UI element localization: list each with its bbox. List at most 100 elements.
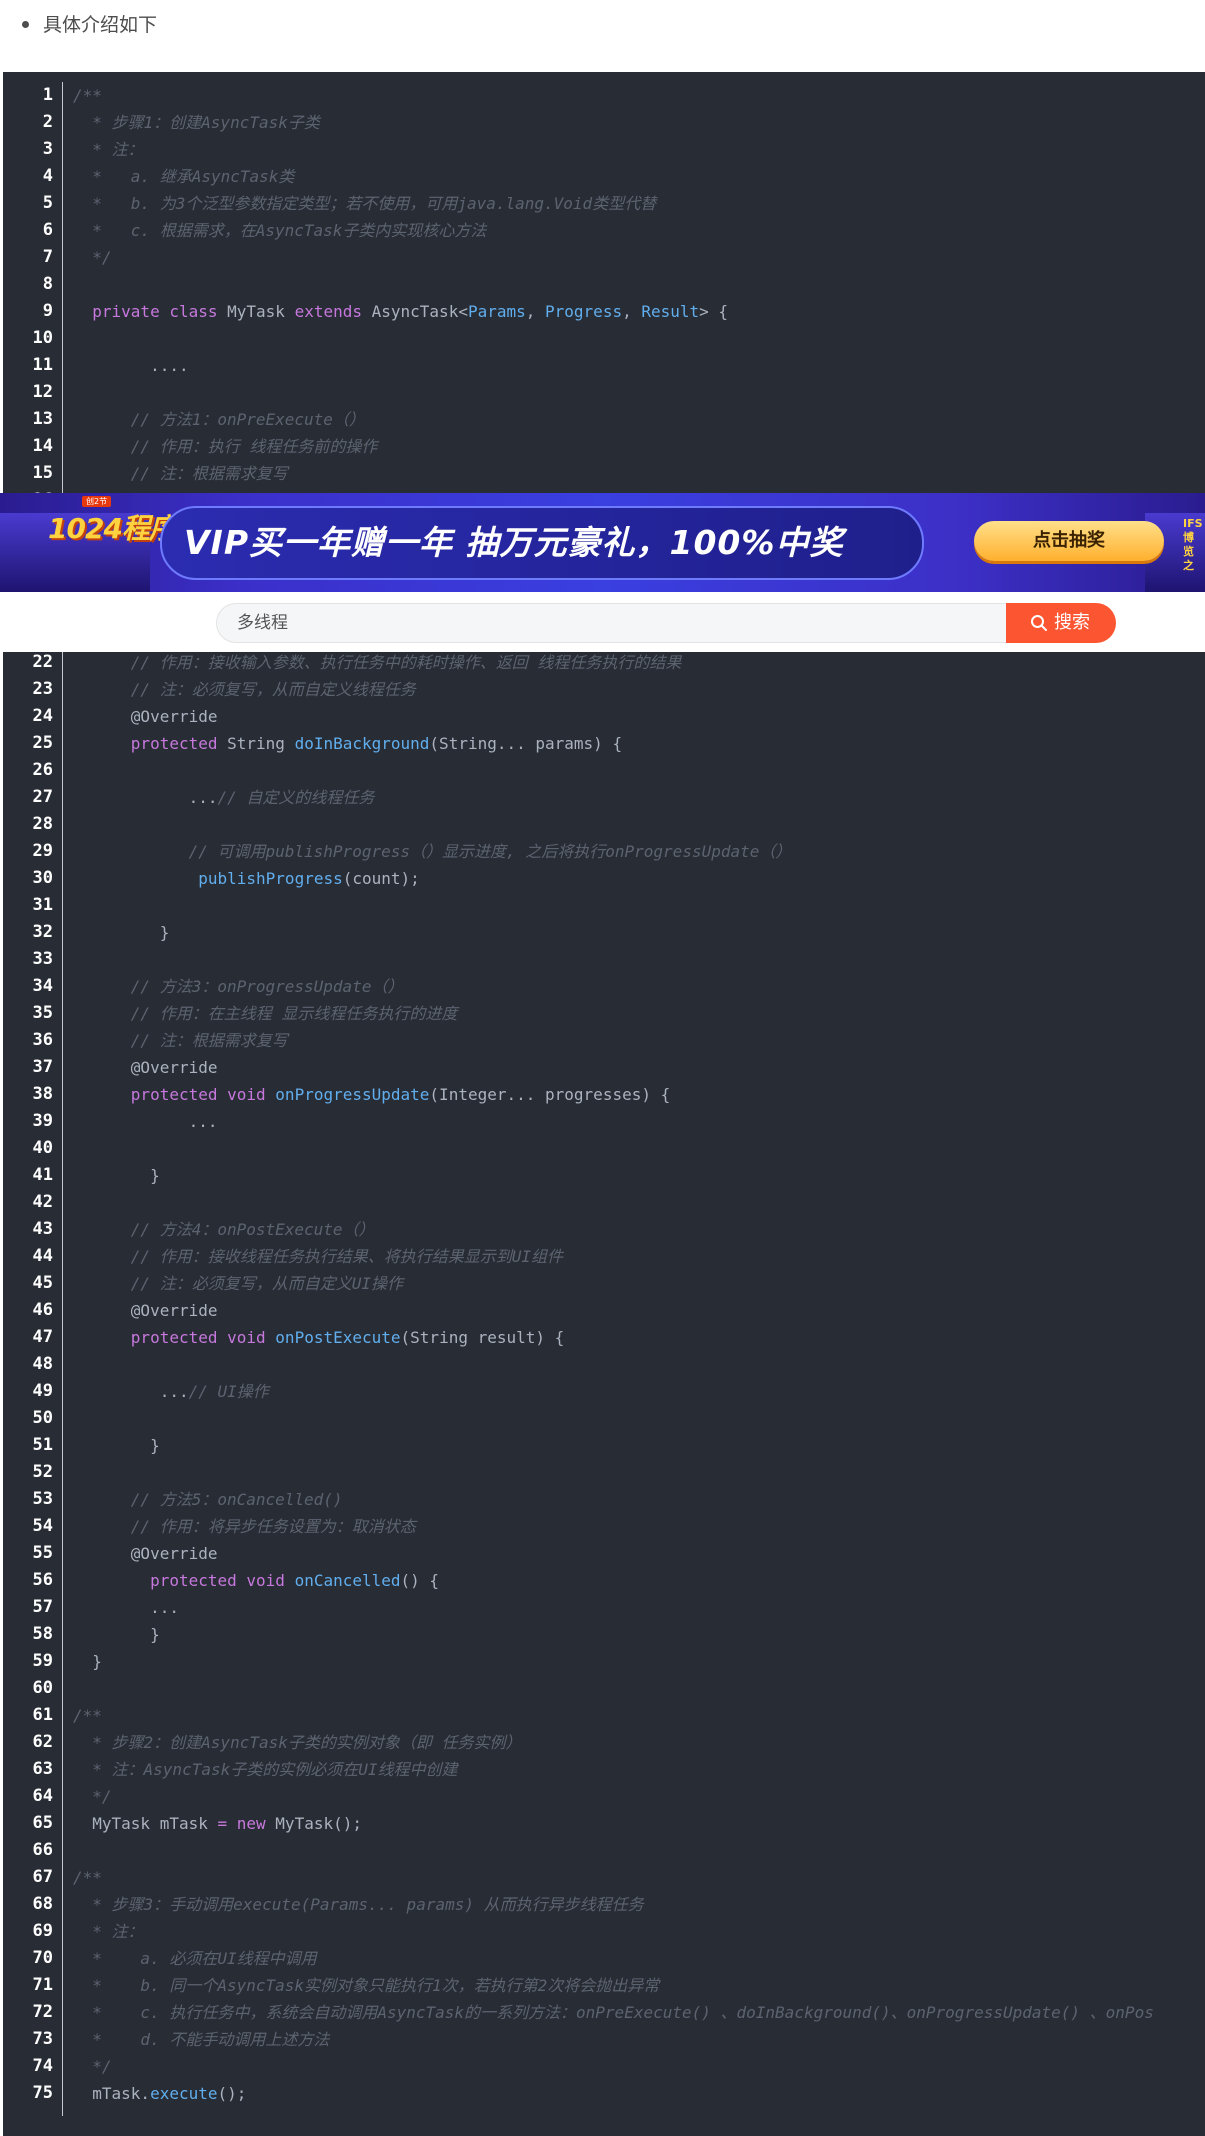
code-token: // 方法4：onPostExecute（）: [73, 1220, 375, 1239]
code-token: protected void: [73, 1085, 276, 1104]
code-line: 71 * b. 同一个AsyncTask实例对象只能执行1次，若执行第2次将会抛…: [3, 1972, 1205, 1999]
code-text: protected void onCancelled() {: [73, 1567, 439, 1594]
line-number: 62: [32, 1732, 53, 1752]
code-token: ...: [73, 1112, 218, 1131]
code-line: 57 ...: [3, 1594, 1205, 1621]
line-number: 50: [32, 1408, 53, 1428]
code-line: 34 // 方法3：onProgressUpdate（）: [3, 973, 1205, 1000]
code-line: 59 }: [3, 1648, 1205, 1675]
line-number: 61: [32, 1705, 53, 1725]
code-line: 66: [3, 1837, 1205, 1864]
code-text: // 方法3：onProgressUpdate（）: [73, 973, 404, 1000]
code-line: 73 * d. 不能手动调用上述方法: [3, 2026, 1205, 2053]
code-text: // 作用：接收线程任务执行结果、将执行结果显示到UI组件: [73, 1243, 563, 1270]
code-token: () {: [400, 1571, 440, 1590]
code-token: * 注：AsyncTask子类的实例必须在UI线程中创建: [73, 1760, 458, 1779]
code-token: * 注：: [73, 140, 154, 159]
line-number: 53: [32, 1489, 53, 1509]
line-number: 3: [42, 139, 53, 159]
line-number: 1: [42, 85, 53, 105]
code-line: 13 // 方法1：onPreExecute（）: [3, 406, 1205, 433]
search-button[interactable]: 搜索: [1006, 603, 1116, 643]
code-text: // 方法1：onPreExecute（）: [73, 406, 365, 433]
code-token: ....: [73, 356, 189, 375]
code-text: */: [73, 1783, 111, 1810]
code-token: MyTask();: [275, 1814, 362, 1833]
code-text: publishProgress(count);: [73, 865, 429, 892]
code-line: 58 }: [3, 1621, 1205, 1648]
code-text: * 步骤2：创建AsyncTask子类的实例对象（即 任务实例）: [73, 1729, 521, 1756]
line-number: 69: [32, 1921, 53, 1941]
code-text: }: [73, 1162, 160, 1189]
code-token: ...: [73, 1382, 189, 1401]
line-number: 27: [32, 787, 53, 807]
code-text: protected void onProgressUpdate(Integer.…: [73, 1081, 670, 1108]
code-text: }: [73, 919, 170, 946]
lottery-button[interactable]: 点击抽奖: [974, 521, 1164, 561]
code-block: 1/** 2 * 步骤1：创建AsyncTask子类 3 * 注： 4 * a. 继…: [3, 72, 1205, 2136]
line-number: 64: [32, 1786, 53, 1806]
line-number: 7: [42, 247, 53, 267]
line-number: 43: [32, 1219, 53, 1239]
code-token: mTask.: [73, 2084, 151, 2103]
code-line: 45 // 注：必须复写，从而自定义UI操作: [3, 1270, 1205, 1297]
line-number: 66: [32, 1840, 53, 1860]
search-input[interactable]: 多线程: [216, 603, 1006, 643]
code-text: ...: [73, 1108, 218, 1135]
code-token: (String... params) {: [429, 734, 623, 753]
code-token: = new: [217, 1814, 276, 1833]
code-token: * 步骤3：手动调用execute(Params... params) 从而执行…: [73, 1895, 644, 1914]
code-text: * a. 继承AsyncTask类: [73, 163, 294, 190]
code-token: // 注：根据需求复写: [73, 1031, 288, 1050]
code-token: publishProgress: [198, 869, 343, 888]
code-token: // 作用：执行 线程任务前的操作: [73, 437, 378, 456]
code-token: */: [73, 248, 112, 267]
line-number: 26: [32, 760, 53, 780]
line-number: 4: [42, 166, 53, 186]
line-number: 68: [32, 1894, 53, 1914]
code-line: 39 ...: [3, 1108, 1205, 1135]
code-line: 68 * 步骤3：手动调用execute(Params... params) 从…: [3, 1891, 1205, 1918]
code-text: * 注：: [73, 1918, 143, 1945]
code-line: 64 */: [3, 1783, 1205, 1810]
code-line: 67 /**: [3, 1864, 1205, 1891]
code-token: // 自定义的线程任务: [217, 788, 375, 807]
ad-banner[interactable]: 创2节 1024程序员 VIP买一年赠一年 抽万元豪礼，100%中奖 点击抽奖 …: [0, 493, 1205, 592]
code-token: }: [73, 923, 170, 942]
code-text: // 注：必须复写，从而自定义线程任务: [73, 676, 416, 703]
code-line: 36 // 注：根据需求复写: [3, 1027, 1205, 1054]
code-line: 60: [3, 1675, 1205, 1702]
code-line: 1 /**: [3, 82, 1205, 109]
line-number: 23: [32, 679, 53, 699]
code-token: * d. 不能手动调用上述方法: [73, 2030, 330, 2049]
code-token: MyTask mTask: [73, 1814, 218, 1833]
code-text: * 步骤1：创建AsyncTask子类: [73, 109, 320, 136]
code-token: ...: [73, 1598, 179, 1617]
code-line: 47 protected void onPostExecute(String r…: [3, 1324, 1205, 1351]
code-token: // 作用：接收输入参数、执行任务中的耗时操作、返回 线程任务执行的结果: [73, 653, 682, 672]
code-line: 15 // 注：根据需求复写: [3, 460, 1205, 487]
code-text: mTask.execute();: [73, 2080, 246, 2107]
code-token: @Override: [73, 707, 218, 726]
code-token: ,: [622, 302, 642, 321]
code-line: 23 // 注：必须复写，从而自定义线程任务: [3, 676, 1205, 703]
code-token: * b. 同一个AsyncTask实例对象只能执行1次，若执行第2次将会抛出异常: [73, 1976, 660, 1995]
code-token: /**: [73, 86, 102, 105]
line-number: 75: [32, 2083, 53, 2103]
code-token: // UI操作: [188, 1382, 269, 1401]
line-number: 25: [32, 733, 53, 753]
code-token: ,: [525, 302, 546, 321]
code-text: @Override: [73, 1540, 218, 1567]
line-number: 40: [32, 1138, 53, 1158]
line-number: 33: [32, 949, 53, 969]
banner-headline: VIP买一年赠一年 抽万元豪礼，100%中奖: [184, 523, 844, 562]
code-text: // 作用：将异步任务设置为：取消状态: [73, 1513, 416, 1540]
code-token: /**: [73, 1706, 102, 1725]
code-token: > {: [699, 302, 729, 321]
code-token: }: [73, 1625, 160, 1644]
line-number: 11: [32, 355, 53, 375]
code-line: 53 // 方法5：onCancelled(): [3, 1486, 1205, 1513]
code-line: 22 // 作用：接收输入参数、执行任务中的耗时操作、返回 线程任务执行的结果: [3, 649, 1205, 676]
line-number: 55: [32, 1543, 53, 1563]
line-number: 8: [42, 274, 53, 294]
